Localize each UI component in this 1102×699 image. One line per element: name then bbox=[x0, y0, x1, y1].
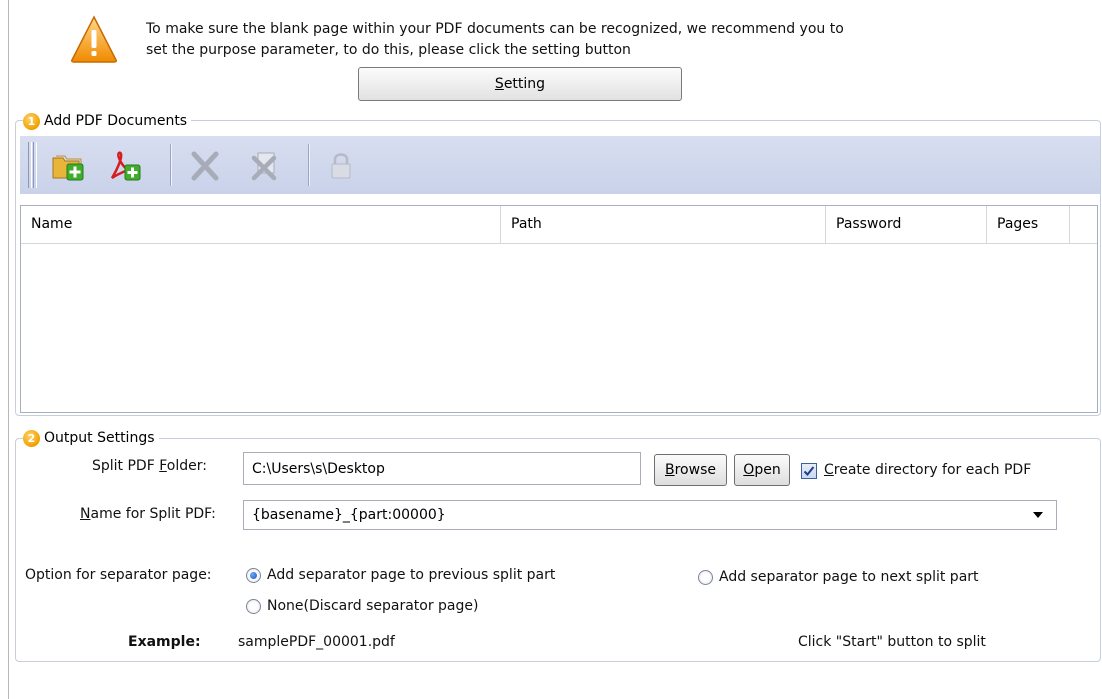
setting-button-label: etting bbox=[503, 76, 546, 92]
radio-dot bbox=[250, 571, 257, 579]
split-folder-label-mnemonic: F bbox=[159, 458, 167, 474]
separator-option-previous[interactable]: Add separator page to previous split par… bbox=[246, 567, 555, 583]
lock-icon[interactable] bbox=[324, 150, 358, 182]
section-2-title: Output Settings bbox=[44, 430, 155, 446]
split-name-label-mnemonic: N bbox=[80, 506, 91, 522]
split-folder-label-prefix: Split PDF bbox=[92, 458, 160, 474]
window-left-border bbox=[8, 0, 9, 699]
example-value: samplePDF_00001.pdf bbox=[238, 634, 395, 650]
toolbar-grip bbox=[28, 142, 32, 188]
add-folder-icon[interactable] bbox=[51, 150, 85, 182]
split-folder-label: Split PDF Folder: bbox=[92, 458, 207, 474]
dropdown-arrow-icon[interactable] bbox=[1032, 511, 1044, 519]
split-name-combobox[interactable]: {basename}_{part:00000} bbox=[243, 500, 1057, 530]
radio-button[interactable] bbox=[698, 569, 713, 585]
setting-button[interactable]: Setting bbox=[358, 67, 682, 101]
notice-line-2: set the purpose parameter, to do this, p… bbox=[146, 42, 631, 58]
open-button-mnemonic: O bbox=[743, 462, 755, 478]
notice-line-1: To make sure the blank page within your … bbox=[146, 21, 844, 37]
remove-icon[interactable] bbox=[188, 150, 222, 182]
radio-button-selected[interactable] bbox=[246, 567, 261, 583]
split-folder-label-rest: older: bbox=[166, 458, 207, 474]
column-header-path[interactable]: Path bbox=[501, 206, 826, 243]
split-folder-value: C:\Users\s\Desktop bbox=[252, 460, 385, 477]
table-header-divider bbox=[21, 243, 1097, 244]
column-header-password[interactable]: Password bbox=[826, 206, 987, 243]
split-folder-input[interactable]: C:\Users\s\Desktop bbox=[243, 452, 641, 485]
column-header-name[interactable]: Name bbox=[21, 206, 501, 243]
separator-option-next-label: Add separator page to next split part bbox=[719, 569, 979, 585]
check-icon bbox=[803, 466, 815, 476]
notice-text: To make sure the blank page within your … bbox=[146, 19, 946, 61]
browse-button-label: rowse bbox=[674, 462, 716, 478]
start-hint-text: Click "Start" button to split bbox=[798, 634, 986, 650]
open-button[interactable]: Open bbox=[734, 454, 790, 486]
create-directory-label[interactable]: Create directory for each PDF bbox=[824, 462, 1031, 478]
example-label: Example: bbox=[128, 634, 201, 650]
split-name-label: Name for Split PDF: bbox=[80, 506, 216, 522]
separator-option-previous-label: Add separator page to previous split par… bbox=[267, 567, 556, 583]
browse-button-mnemonic: B bbox=[665, 462, 675, 478]
section-1-legend: 1 Add PDF Documents bbox=[23, 111, 192, 131]
browse-button[interactable]: Browse bbox=[654, 454, 727, 486]
radio-button[interactable] bbox=[246, 598, 261, 614]
add-pdf-icon[interactable] bbox=[108, 150, 142, 182]
toolbar-separator bbox=[308, 144, 310, 186]
open-button-label: pen bbox=[754, 462, 781, 478]
separator-option-next[interactable]: Add separator page to next split part bbox=[698, 569, 979, 585]
create-directory-text: reate directory for each PDF bbox=[833, 462, 1032, 478]
column-header-pages[interactable]: Pages bbox=[987, 206, 1070, 243]
split-name-value: {basename}_{part:00000} bbox=[252, 507, 446, 523]
setting-button-mnemonic: S bbox=[494, 76, 504, 92]
create-directory-checkbox[interactable] bbox=[801, 463, 817, 479]
toolbar-grip bbox=[33, 142, 37, 188]
separator-option-none[interactable]: None(Discard separator page) bbox=[246, 598, 478, 614]
separator-option-label: Option for separator page: bbox=[25, 567, 212, 583]
step-1-badge: 1 bbox=[23, 112, 40, 130]
documents-table[interactable]: Name Path Password Pages bbox=[20, 205, 1098, 413]
remove-all-icon[interactable] bbox=[248, 150, 282, 182]
create-directory-mnemonic: C bbox=[824, 462, 834, 478]
section-2-legend: 2 Output Settings bbox=[23, 428, 159, 448]
step-2-badge: 2 bbox=[23, 429, 40, 447]
warning-icon bbox=[71, 15, 117, 63]
split-name-label-rest: ame for Split PDF: bbox=[90, 506, 216, 522]
toolbar-separator bbox=[170, 144, 172, 186]
separator-option-none-label: None(Discard separator page) bbox=[267, 598, 479, 614]
documents-toolbar bbox=[20, 136, 1100, 194]
section-1-title: Add PDF Documents bbox=[44, 113, 188, 129]
